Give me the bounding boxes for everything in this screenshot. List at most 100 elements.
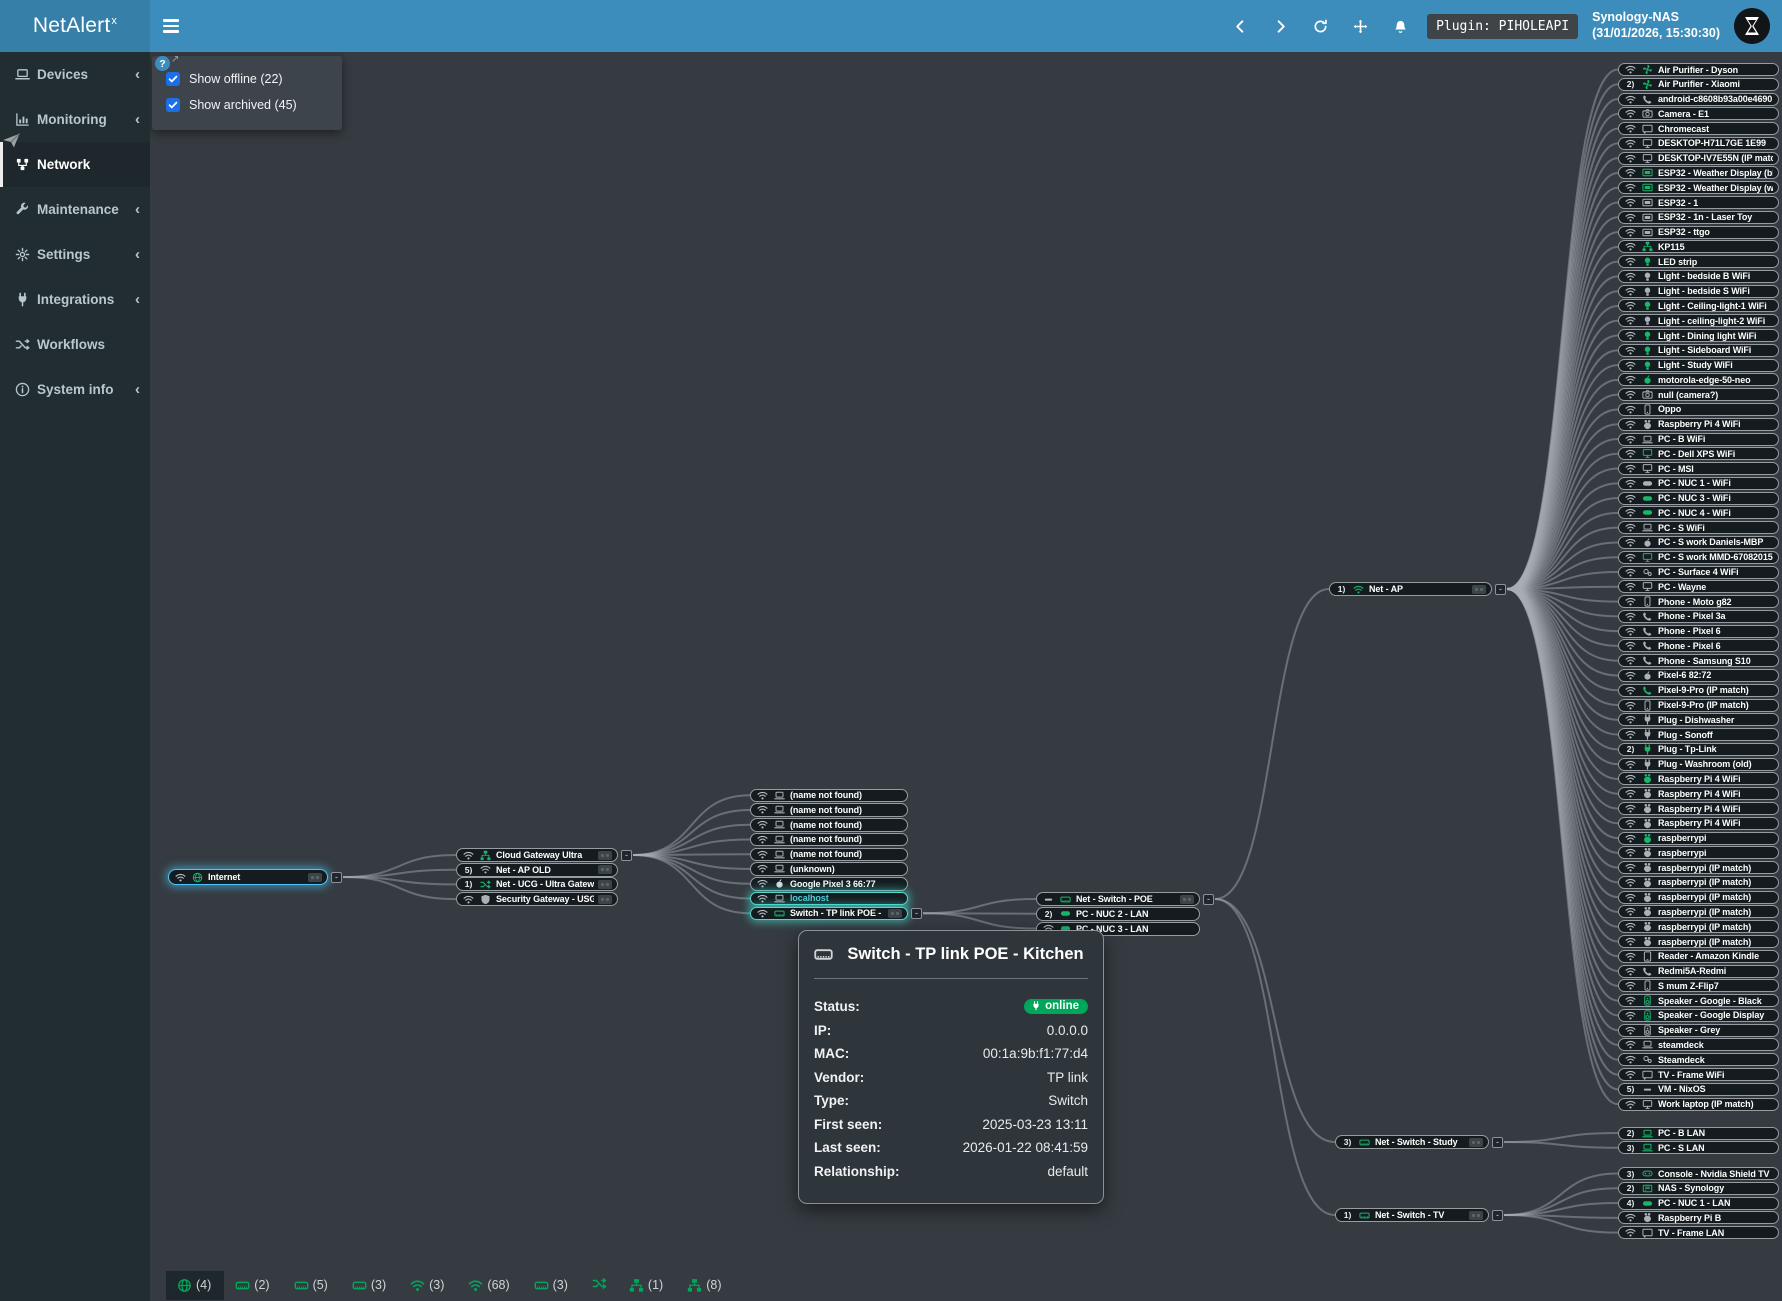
device-row-pc-s-work-daniels-mbp[interactable]: PC - S work Daniels-MBP: [1618, 536, 1779, 549]
hardware-tab-8-shuffle[interactable]: [581, 1271, 618, 1297]
node-name-not-found[interactable]: (name not found): [750, 833, 908, 847]
device-row-pc-nuc-1-wifi[interactable]: PC - NUC 1 - WiFi: [1618, 477, 1779, 490]
device-actions-button[interactable]: [1180, 895, 1194, 904]
device-row-plug-dishwasher[interactable]: Plug - Dishwasher: [1618, 713, 1779, 726]
device-row-raspberrypi-ip-match[interactable]: raspberrypi (IP match): [1618, 935, 1779, 948]
device-row-pixel-6-82-72[interactable]: Pixel-6 82:72: [1618, 669, 1779, 682]
sidebar-item-integrations[interactable]: Integrations ‹: [0, 277, 150, 322]
device-row-work-laptop-ip-match[interactable]: Work laptop (IP match): [1618, 1098, 1779, 1111]
device-row-light-dining-light-wifi[interactable]: Light - Dining light WiFi: [1618, 329, 1779, 342]
device-actions-button[interactable]: [1472, 585, 1486, 594]
device-row-raspberrypi-ip-match[interactable]: raspberrypi (IP match): [1618, 876, 1779, 889]
node-internet[interactable]: Internet: [168, 869, 328, 885]
device-row-raspberrypi[interactable]: raspberrypi: [1618, 832, 1779, 845]
device-row-pc-s-lan[interactable]: 3) PC - S LAN: [1618, 1141, 1779, 1154]
forward-button[interactable]: [1267, 13, 1293, 39]
device-actions-button[interactable]: [598, 851, 612, 860]
collapse-node-button[interactable]: -: [1492, 1137, 1503, 1148]
device-row-tv-frame-wifi[interactable]: TV - Frame WiFi: [1618, 1068, 1779, 1081]
node-google-pixel-3-66-77[interactable]: Google Pixel 3 66:77: [750, 877, 908, 891]
device-actions-button[interactable]: [1469, 1211, 1483, 1220]
hardware-tab-2-switch[interactable]: (2): [224, 1271, 282, 1300]
device-row-phone-pixel-3a[interactable]: Phone - Pixel 3a: [1618, 610, 1779, 623]
device-row-esp32-1n-laser-toy[interactable]: ESP32 - 1n - Laser Toy: [1618, 211, 1779, 224]
node-net-switch-poe[interactable]: Net - Switch - POE: [1036, 892, 1200, 906]
device-row-oppo[interactable]: Oppo: [1618, 403, 1779, 416]
sidebar-item-system-info[interactable]: System info ‹: [0, 367, 150, 412]
device-row-desktop-h71l7ge-1e99[interactable]: DESKTOP-H71L7GE 1E99: [1618, 137, 1779, 150]
device-row-speaker-grey[interactable]: Speaker - Grey: [1618, 1024, 1779, 1037]
device-row-pc-wayne[interactable]: PC - Wayne: [1618, 580, 1779, 593]
device-row-chromecast[interactable]: Chromecast: [1618, 122, 1779, 135]
device-row-esp32-weather-display-w[interactable]: ESP32 - Weather Display (w...: [1618, 181, 1779, 194]
device-actions-button[interactable]: [598, 865, 612, 874]
device-row-raspberry-pi-4-wifi[interactable]: Raspberry Pi 4 WiFi: [1618, 802, 1779, 815]
collapse-node-button[interactable]: -: [911, 908, 922, 919]
notifications-bell-icon[interactable]: [1387, 13, 1413, 39]
device-row-raspberrypi-ip-match[interactable]: raspberrypi (IP match): [1618, 905, 1779, 918]
device-row-light-bedside-s-wifi[interactable]: Light - bedside S WiFi: [1618, 285, 1779, 298]
node-net-ucg-ultra-gateway[interactable]: 1) Net - UCG - Ultra Gateway: [456, 877, 618, 891]
node-name-not-found[interactable]: (name not found): [750, 803, 908, 817]
device-row-pixel-9-pro-ip-match[interactable]: Pixel-9-Pro (IP match): [1618, 684, 1779, 697]
sidebar-item-devices[interactable]: Devices ‹: [0, 52, 150, 97]
device-row-android-c8608b93a00e4690[interactable]: android-c8608b93a00e4690: [1618, 93, 1779, 106]
device-row-pc-b-lan[interactable]: 2) PC - B LAN: [1618, 1127, 1779, 1140]
device-row-raspberry-pi-4-wifi[interactable]: Raspberry Pi 4 WiFi: [1618, 418, 1779, 431]
refresh-button[interactable]: [1307, 13, 1333, 39]
device-row-phone-moto-g82[interactable]: Phone - Moto g82: [1618, 595, 1779, 608]
device-row-raspberry-pi-4-wifi[interactable]: Raspberry Pi 4 WiFi: [1618, 772, 1779, 785]
device-row-light-study-wifi[interactable]: Light - Study WiFi: [1618, 359, 1779, 372]
device-row-raspberrypi-ip-match[interactable]: raspberrypi (IP match): [1618, 861, 1779, 874]
device-row-steamdeck[interactable]: Steamdeck: [1618, 1053, 1779, 1066]
device-row-raspberrypi-ip-match[interactable]: raspberrypi (IP match): [1618, 891, 1779, 904]
device-row-air-purifier-dyson[interactable]: Air Purifier - Dyson: [1618, 63, 1779, 76]
device-row-phone-pixel-6[interactable]: Phone - Pixel 6: [1618, 625, 1779, 638]
hardware-tab-3-switch[interactable]: (5): [283, 1271, 341, 1300]
device-row-pc-b-wifi[interactable]: PC - B WiFi: [1618, 433, 1779, 446]
collapse-node-button[interactable]: -: [1492, 1210, 1503, 1221]
hardware-tab-5-wifi[interactable]: (3): [399, 1271, 457, 1300]
device-row-air-purifier-xiaomi[interactable]: 2) Air Purifier - Xiaomi: [1618, 78, 1779, 91]
device-row-pc-nuc-4-wifi[interactable]: PC - NUC 4 - WiFi: [1618, 506, 1779, 519]
device-row-plug-sonoff[interactable]: Plug - Sonoff: [1618, 728, 1779, 741]
sidebar-item-network[interactable]: Network: [0, 142, 150, 187]
node-name-not-found[interactable]: (name not found): [750, 848, 908, 862]
node-name-not-found[interactable]: (name not found): [750, 818, 908, 832]
hardware-tab-7-switch[interactable]: (3): [523, 1271, 581, 1300]
device-row-led-strip[interactable]: LED strip: [1618, 255, 1779, 268]
back-button[interactable]: [1227, 13, 1253, 39]
device-row-pc-nuc-3-wifi[interactable]: PC - NUC 3 - WiFi: [1618, 492, 1779, 505]
device-row-plug-tp-link[interactable]: 2) Plug - Tp-Link: [1618, 743, 1779, 756]
device-actions-button[interactable]: [888, 909, 902, 918]
device-row-plug-washroom-old[interactable]: Plug - Washroom (old): [1618, 758, 1779, 771]
device-row-phone-pixel-6[interactable]: Phone - Pixel 6: [1618, 639, 1779, 652]
node-switch-tp-link-poe-kitchen[interactable]: Switch - TP link POE - Kitchen: [750, 907, 908, 921]
device-row-kp115[interactable]: KP115: [1618, 240, 1779, 253]
node-cloud-gateway-ultra[interactable]: Cloud Gateway Ultra: [456, 848, 618, 862]
device-actions-button[interactable]: [1469, 1138, 1483, 1147]
hardware-tab-4-switch[interactable]: (3): [341, 1271, 399, 1300]
device-row-pc-msi[interactable]: PC - MSI: [1618, 462, 1779, 475]
device-row-phone-samsung-s10[interactable]: Phone - Samsung S10: [1618, 654, 1779, 667]
rocket-icon[interactable]: [2, 130, 22, 155]
device-row-esp32-ttgo[interactable]: ESP32 - ttgo: [1618, 226, 1779, 239]
device-row-raspberry-pi-4-wifi[interactable]: Raspberry Pi 4 WiFi: [1618, 817, 1779, 830]
device-row-esp32-weather-display-bl[interactable]: ESP32 - Weather Display (bl...: [1618, 166, 1779, 179]
app-logo[interactable]: NetAlertx: [0, 0, 150, 52]
device-actions-button[interactable]: [308, 873, 322, 882]
device-row-light-ceiling-light-1-wifi[interactable]: Light - Ceiling-light-1 WiFi: [1618, 299, 1779, 312]
device-row-raspberry-pi-4-wifi[interactable]: Raspberry Pi 4 WiFi: [1618, 787, 1779, 800]
device-row-pc-surface-4-wifi[interactable]: PC - Surface 4 WiFi: [1618, 566, 1779, 579]
device-row-pc-s-work-mmd-67082015[interactable]: PC - S work MMD-67082015...: [1618, 551, 1779, 564]
user-avatar[interactable]: [1734, 8, 1770, 44]
collapse-node-button[interactable]: -: [1495, 584, 1506, 595]
device-row-tv-frame-lan[interactable]: TV - Frame LAN: [1618, 1226, 1779, 1239]
node-pc-nuc-2-lan[interactable]: 2) PC - NUC 2 - LAN: [1036, 907, 1200, 921]
device-row-speaker-google-black[interactable]: Speaker - Google - Black: [1618, 994, 1779, 1007]
node-net-ap[interactable]: 1) Net - AP: [1329, 582, 1492, 596]
device-row-redmi5a-redmi[interactable]: Redmi5A-Redmi: [1618, 965, 1779, 978]
device-row-raspberry-pi-b[interactable]: Raspberry Pi B: [1618, 1211, 1779, 1224]
device-row-raspberrypi-ip-match[interactable]: raspberrypi (IP match): [1618, 920, 1779, 933]
sidebar-toggle-button[interactable]: [150, 0, 192, 52]
